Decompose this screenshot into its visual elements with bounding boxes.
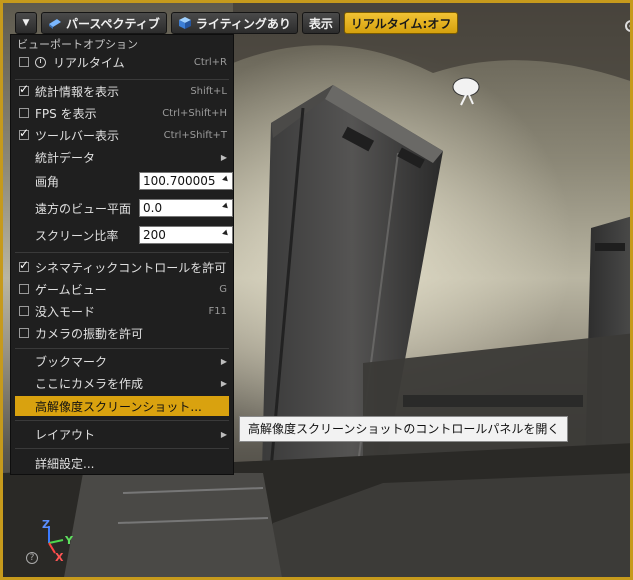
menu-item-bookmarks[interactable]: ブックマーク ▶ [15, 351, 229, 371]
game-view-checkbox[interactable] [19, 284, 29, 294]
menu-separator [15, 252, 229, 253]
realtime-label: リアルタイム:オフ [350, 16, 452, 31]
menu-item-label: ブックマーク [35, 354, 108, 369]
menu-separator [15, 420, 229, 421]
menu-item-camera-shake[interactable]: カメラの振動を許可 [15, 323, 229, 343]
menu-item-label: ツールバー表示 [35, 128, 120, 143]
menu-item-allow-cinematic[interactable]: シネマティックコントロールを許可 [15, 257, 229, 277]
menu-item-label: 画角 [35, 174, 60, 189]
menu-item-fov: 画角 [15, 171, 233, 191]
submenu-arrow-icon: ▶ [220, 152, 227, 162]
menu-item-realtime[interactable]: リアルタイム Ctrl+R [15, 52, 229, 72]
axis-y-label: Y [65, 534, 73, 547]
menu-item-label: シネマティックコントロールを許可 [35, 260, 227, 275]
menu-item-high-res-screenshot[interactable]: 高解像度スクリーンショット... [15, 396, 229, 416]
show-label: 表示 [308, 16, 333, 31]
menu-item-label: 遠方のビュー平面 [35, 201, 132, 216]
perspective-button[interactable]: パースペクティブ [41, 12, 167, 34]
menu-item-label: ゲームビュー [35, 282, 107, 297]
menu-item-stat-data[interactable]: 統計データ ▶ [15, 147, 229, 167]
menu-item-layout[interactable]: レイアウト ▶ [15, 424, 229, 444]
menu-separator [15, 448, 229, 449]
menu-item-shortcut: G [219, 283, 227, 295]
camera-shake-checkbox[interactable] [19, 328, 29, 338]
lighting-mode-button[interactable]: ライティングあり [170, 12, 298, 34]
show-fps-checkbox[interactable] [19, 108, 29, 118]
gear-icon[interactable] [621, 17, 633, 35]
submenu-arrow-icon: ▶ [220, 429, 227, 439]
menu-item-shortcut: F11 [208, 305, 227, 317]
menu-item-label: FPS を表示 [35, 106, 97, 121]
menu-item-label: レイアウト [35, 427, 96, 442]
menu-item-label: 高解像度スクリーンショット... [35, 399, 202, 414]
show-stats-checkbox[interactable] [19, 82, 29, 96]
far-view-plane-input[interactable] [139, 199, 233, 217]
menu-item-label: 詳細設定... [35, 456, 95, 471]
menu-item-screen-percentage: スクリーン比率 [15, 225, 233, 245]
menu-item-shortcut: Ctrl+Shift+H [162, 107, 227, 119]
menu-item-shortcut: Ctrl+Shift+T [163, 129, 227, 141]
fov-input[interactable] [139, 172, 233, 190]
menu-item-label: リアルタイム [53, 55, 125, 70]
menu-item-show-toolbar[interactable]: ツールバー表示 Ctrl+Shift+T [15, 125, 229, 145]
realtime-toggle-button[interactable]: リアルタイム:オフ [343, 12, 459, 34]
menu-item-immersive[interactable]: 没入モード F11 [15, 301, 229, 321]
allow-cinematic-checkbox[interactable] [19, 258, 29, 272]
menu-item-create-camera[interactable]: ここにカメラを作成 ▶ [15, 373, 229, 393]
viewport-options-menu: ビューポートオプション リアルタイム Ctrl+R 統計情報を表示 Shift+… [10, 34, 234, 475]
menu-item-far-view-plane: 遠方のビュー平面 [15, 198, 233, 218]
stopwatch-icon [35, 56, 46, 68]
help-icon[interactable]: ? [26, 552, 38, 564]
menu-item-label: 統計情報を表示 [35, 84, 120, 99]
submenu-arrow-icon: ▶ [220, 356, 227, 366]
menu-item-show-fps[interactable]: FPS を表示 Ctrl+Shift+H [15, 103, 229, 123]
camera-perspective-icon [49, 19, 61, 29]
lighting-label: ライティングあり [195, 16, 291, 31]
menu-separator [15, 348, 229, 349]
axis-z-label: Z [42, 518, 50, 531]
menu-item-label: ここにカメラを作成 [35, 376, 144, 391]
viewport-toolbar: ▼ パースペクティブ ライティングあり 表示 リアルタイム:オフ [15, 12, 459, 36]
realtime-checkbox[interactable] [19, 57, 29, 67]
menu-item-label: カメラの振動を許可 [35, 326, 144, 341]
show-toolbar-checkbox[interactable] [19, 126, 29, 140]
menu-item-game-view[interactable]: ゲームビュー G [15, 279, 229, 299]
lit-cube-icon [178, 17, 191, 29]
perspective-label: パースペクティブ [66, 16, 160, 31]
viewport-options-button[interactable]: ▼ [15, 12, 37, 34]
tooltip: 高解像度スクリーンショットのコントロールパネルを開く [239, 416, 569, 442]
menu-item-label: 統計データ [35, 150, 96, 165]
chevron-down-icon: ▼ [22, 18, 30, 28]
screen-percentage-input[interactable] [139, 226, 233, 244]
menu-item-label: 没入モード [35, 304, 96, 319]
menu-header: ビューポートオプション [17, 38, 138, 51]
menu-item-shortcut: Ctrl+R [193, 56, 227, 68]
menu-item-advanced-settings[interactable]: 詳細設定... [15, 453, 229, 473]
show-button[interactable]: 表示 [301, 12, 340, 34]
submenu-arrow-icon: ▶ [220, 378, 227, 388]
immersive-checkbox[interactable] [19, 306, 29, 316]
menu-separator [15, 79, 229, 80]
menu-item-show-stats[interactable]: 統計情報を表示 Shift+L [15, 81, 229, 101]
axis-x-label: X [55, 551, 64, 564]
menu-item-shortcut: Shift+L [190, 85, 227, 97]
menu-item-label: スクリーン比率 [35, 228, 119, 243]
